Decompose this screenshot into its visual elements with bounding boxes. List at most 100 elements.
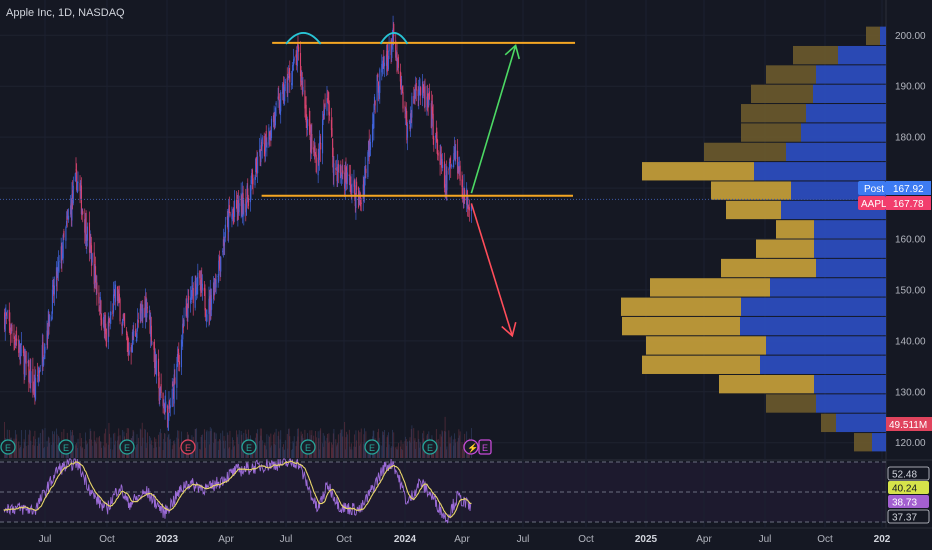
candle: [72, 185, 74, 204]
candle: [142, 308, 144, 319]
volume-bar: [54, 431, 55, 458]
candle: [293, 57, 295, 61]
candle: [337, 163, 339, 173]
time-tick-label: 202: [874, 534, 891, 545]
candle: [82, 211, 84, 215]
candle: [128, 350, 130, 355]
candle: [11, 325, 13, 332]
price-chart[interactable]: E E E E E E E E ⚡ E 120.00 130.00 140.00 150.00 160.0…: [0, 0, 932, 550]
candle: [211, 298, 213, 310]
volume-profile-buy: [806, 104, 886, 123]
candle: [91, 253, 93, 263]
volume-profile-sell: [756, 239, 814, 258]
candle: [284, 81, 286, 83]
candle: [324, 103, 326, 108]
volume-profile-sell: [793, 45, 838, 65]
candle: [58, 260, 60, 262]
candle: [432, 113, 434, 140]
time-tick-label: Oct: [578, 534, 594, 545]
candle: [74, 173, 76, 182]
candle: [356, 181, 358, 191]
candle: [174, 377, 176, 384]
volume-profile-sell: [711, 181, 791, 200]
volume-profile-sell: [704, 142, 786, 162]
volume-bar: [147, 432, 148, 458]
candle: [137, 320, 139, 323]
candle: [136, 330, 138, 339]
volume-bar: [160, 433, 162, 458]
candle: [183, 319, 185, 327]
candle: [428, 91, 430, 100]
volume-profile-sell: [621, 297, 741, 316]
volume-profile-buy: [816, 258, 886, 278]
volume-bar: [91, 445, 93, 458]
candle: [287, 82, 289, 93]
candle: [112, 294, 115, 313]
volume-bar: [215, 433, 217, 458]
volume-bar: [82, 447, 84, 458]
candle: [446, 170, 448, 191]
volume-label: 49.511M: [889, 420, 927, 431]
candle: [306, 119, 308, 130]
volume-bar: [411, 425, 413, 458]
volume-bar: [174, 443, 176, 458]
volume-bar: [220, 433, 222, 458]
volume-bar: [351, 449, 353, 458]
volume-profile-buy: [760, 355, 886, 374]
volume-profile-buy: [766, 336, 886, 355]
volume-profile-sell: [642, 162, 754, 181]
ticker-label: AAPL: [861, 199, 887, 210]
volume-bar: [442, 431, 443, 458]
candle: [238, 203, 240, 213]
candle: [275, 102, 277, 106]
time-tick-label: Apr: [218, 534, 234, 545]
volume-bar: [393, 432, 395, 458]
volume-bar: [77, 438, 79, 458]
volume-bar: [105, 443, 107, 458]
time-tick-label: Oct: [336, 534, 352, 545]
volume-bar: [49, 443, 51, 458]
earnings-marker-label: E: [5, 443, 11, 453]
volume-bar: [87, 443, 88, 458]
volume-bar: [25, 445, 27, 458]
volume-profile-buy: [741, 297, 886, 316]
candle: [298, 46, 300, 52]
candle: [397, 56, 399, 68]
volume-profile-sell: [726, 200, 781, 220]
volume-bar: [179, 447, 180, 458]
candle: [178, 361, 181, 365]
volume-bar: [165, 441, 167, 458]
volume-bar: [293, 436, 295, 458]
candle: [25, 351, 27, 364]
volume-bar: [346, 434, 348, 458]
candle: [374, 100, 376, 106]
price-tick-label: 150.00: [895, 285, 926, 296]
candle: [402, 92, 404, 109]
volume-bar: [420, 443, 422, 458]
volume-profile-sell: [751, 84, 813, 104]
volume-bar: [202, 434, 203, 458]
candle: [16, 338, 18, 341]
volume-bar: [238, 430, 240, 458]
candle: [234, 200, 236, 217]
candle: [365, 168, 367, 174]
volume-bar: [342, 436, 344, 458]
candle: [433, 138, 435, 140]
volume-bar: [337, 434, 339, 458]
candle: [450, 164, 452, 167]
price-tick-label: 190.00: [895, 82, 926, 93]
volume-profile-sell: [821, 413, 836, 433]
time-tick-label: Jul: [517, 534, 530, 545]
volume-bar: [459, 431, 461, 458]
candle: [53, 285, 55, 295]
candle: [44, 346, 46, 354]
candle: [4, 317, 6, 332]
candle: [360, 202, 362, 204]
volume-bar: [39, 432, 41, 458]
candle: [215, 279, 217, 288]
volume-profile-buy: [801, 123, 886, 142]
time-tick-label: Jul: [39, 534, 52, 545]
candle: [383, 62, 385, 67]
volume-bar: [206, 430, 208, 458]
candle: [333, 163, 335, 176]
